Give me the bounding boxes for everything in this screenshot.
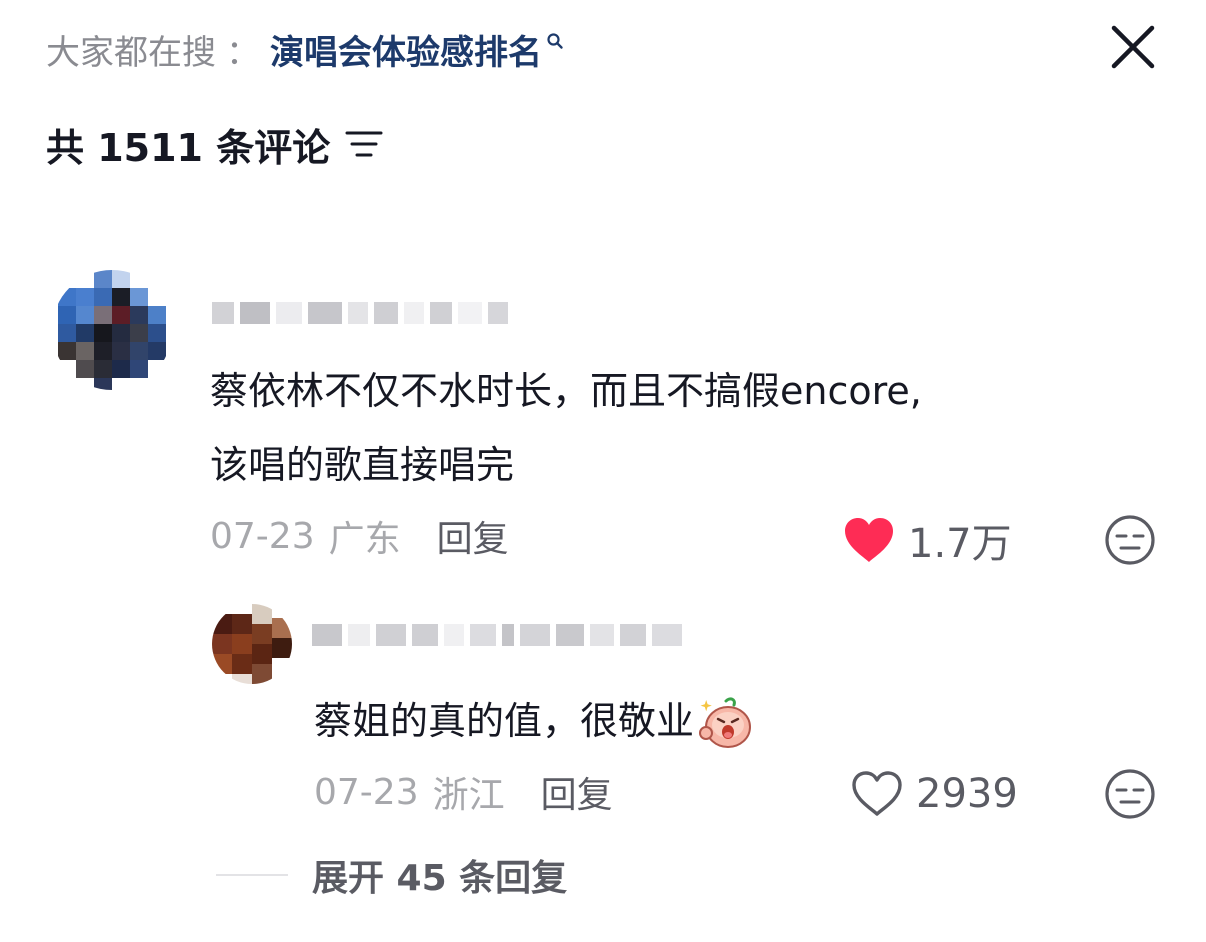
comment-meta: 07-23 广东 回复 [210,514,509,561]
comment-text-line: 蔡依林不仅不水时长，而且不搞假encore, [210,369,922,413]
comment-date: 07-23 [314,771,419,813]
expand-replies-label: 展开 45 条回复 [312,858,568,899]
sort-icon[interactable] [344,127,384,161]
comment-text-line: 该唱的歌直接唱完 [210,443,515,487]
avatar[interactable] [52,270,172,390]
reply-button[interactable]: 回复 [437,510,509,562]
close-icon[interactable] [1106,20,1160,74]
search-suggestion-term[interactable]: 演唱会体验感排名 [270,25,542,74]
username-blurred[interactable] [312,620,682,650]
expand-divider-line [216,874,288,876]
search-icon [547,33,563,49]
shouting-peach-emoji [699,696,752,748]
comment-date: 07-23 [210,515,315,557]
comment-count-label: 共 1511 条评论 [46,125,331,170]
like-count: 1.7万 [908,521,1012,567]
dislike-face-icon[interactable] [1104,514,1156,566]
comment-meta: 07-23 浙江 回复 [314,770,613,817]
dislike-face-icon[interactable] [1104,768,1156,820]
search-suggestion-bar[interactable]: 大家都在搜 ： 演唱会体验感排名 [46,25,564,74]
comment-region: 广东 [328,519,401,560]
comment-text: 蔡依林不仅不水时长，而且不搞假encore, 该唱的歌直接唱完 [210,354,1130,502]
like-button[interactable]: 1.7万 [842,516,1012,567]
comment-region: 浙江 [432,775,505,816]
like-button[interactable]: 2939 [850,770,1018,818]
like-count: 2939 [916,771,1018,817]
username-blurred[interactable] [212,298,508,328]
search-suggestion-separator: ： [226,32,260,73]
comment-text-line: 蔡姐的真的值，很敬业 [314,699,695,743]
avatar[interactable] [212,604,292,684]
comment-text: 蔡姐的真的值，很敬业 [314,684,1074,758]
search-suggestion-prefix: 大家都在搜 [46,32,216,73]
avatar-pixelated-image [52,270,172,390]
heart-outline-icon [852,771,902,816]
heart-filled-icon [845,518,893,562]
reply-button[interactable]: 回复 [541,766,613,818]
expand-replies-button[interactable]: 展开 45 条回复 [216,852,568,899]
avatar-pixelated-image [212,604,292,684]
comment-count-header: 共 1511 条评论 [46,118,384,170]
